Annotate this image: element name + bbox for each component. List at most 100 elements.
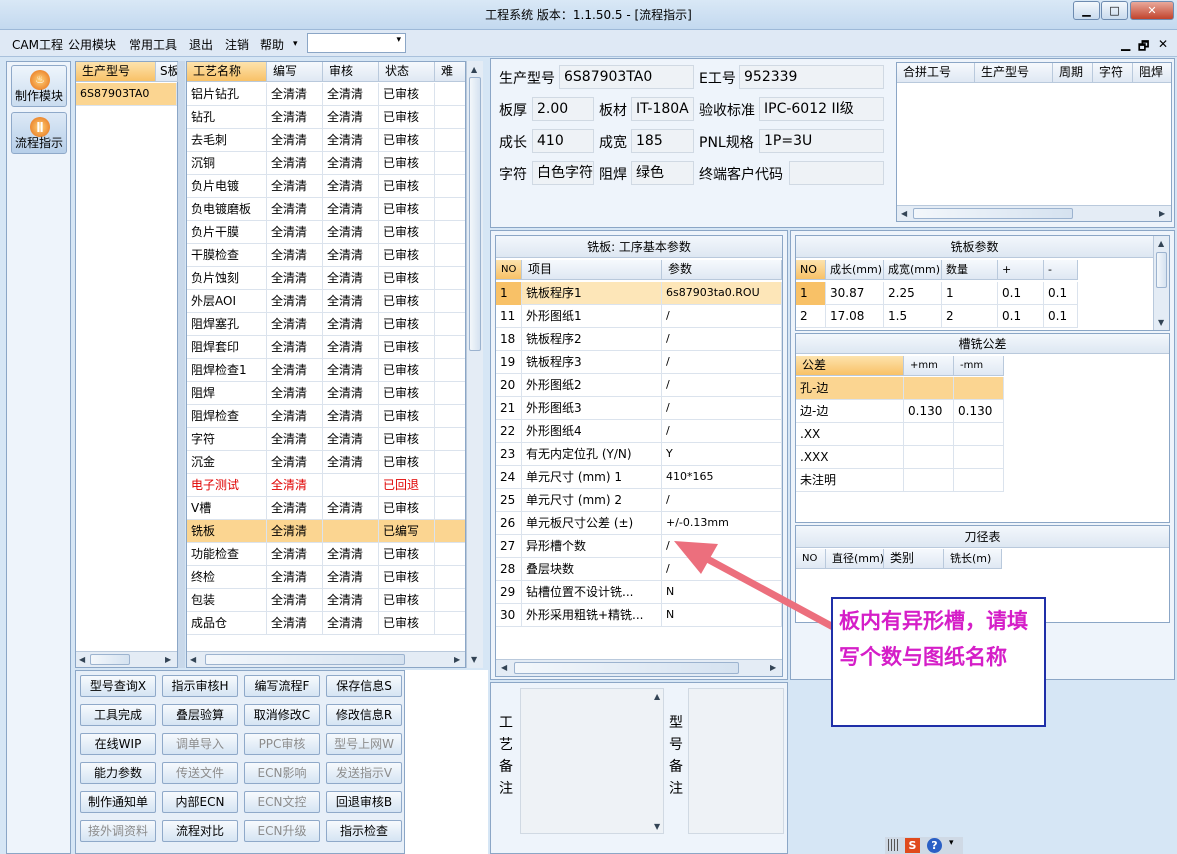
mill-header[interactable]: - bbox=[1044, 260, 1078, 280]
menu-logout[interactable]: 注销 bbox=[225, 36, 249, 53]
action-button[interactable]: 修改信息R bbox=[326, 704, 402, 726]
table-row[interactable]: 去毛刺 全清清 全清清 已审核 bbox=[187, 129, 465, 152]
params-cell-value[interactable]: Y bbox=[662, 443, 782, 466]
params-row[interactable]: 23 有无内定位孔 (Y/N) Y bbox=[496, 443, 782, 466]
scroll-up-icon[interactable]: ▲ bbox=[654, 692, 660, 701]
table-row[interactable]: 沉铜 全清清 全清清 已审核 bbox=[187, 152, 465, 175]
process-header[interactable]: 编写 bbox=[267, 62, 323, 82]
material-field[interactable]: IT-180A bbox=[631, 97, 694, 121]
mill-header[interactable]: 成长(mm) bbox=[826, 260, 884, 280]
params-cell-value[interactable]: / bbox=[662, 328, 782, 351]
action-button[interactable]: 在线WIP bbox=[80, 733, 156, 755]
tools-header[interactable]: 类别 bbox=[884, 549, 944, 569]
action-button[interactable]: 内部ECN bbox=[162, 791, 238, 813]
table-row[interactable]: 负电镀磨板 全清清 全清清 已审核 bbox=[187, 198, 465, 221]
customer-code-field[interactable] bbox=[789, 161, 884, 185]
action-button[interactable]: 接外调资料 bbox=[80, 820, 156, 842]
process-remark-field[interactable]: ▲ ▼ bbox=[520, 688, 664, 834]
table-row[interactable]: 电子测试 全清清 已回退 bbox=[187, 474, 465, 497]
pnl-field[interactable]: 1P=3U bbox=[759, 129, 884, 153]
horizontal-scrollbar[interactable]: ◀ ▶ bbox=[496, 659, 782, 676]
menu-cam[interactable]: CAM工程 bbox=[12, 36, 63, 53]
action-button[interactable]: 型号查询X bbox=[80, 675, 156, 697]
table-row[interactable]: 铣板 全清清 已编写 bbox=[187, 520, 465, 543]
scroll-right-icon[interactable]: ▶ bbox=[165, 655, 171, 664]
scroll-down-icon[interactable]: ▼ bbox=[1158, 318, 1164, 327]
model-list-row[interactable]: 6S87903TA0 bbox=[76, 83, 177, 106]
model-field[interactable]: 6S87903TA0 bbox=[559, 65, 694, 89]
toolbar-combo[interactable]: ▾ bbox=[307, 33, 406, 53]
scroll-left-icon[interactable]: ◀ bbox=[190, 655, 196, 664]
table-row[interactable]: 沉金 全清清 全清清 已审核 bbox=[187, 451, 465, 474]
mill-row[interactable]: 1 30.87 2.25 1 0.1 0.1 bbox=[796, 282, 1078, 305]
eng-field[interactable]: 952339 bbox=[739, 65, 884, 89]
process-header[interactable]: 工艺名称 bbox=[187, 62, 267, 82]
action-button[interactable]: 叠层验算 bbox=[162, 704, 238, 726]
action-button[interactable]: 工具完成 bbox=[80, 704, 156, 726]
length-field[interactable]: 410 bbox=[532, 129, 594, 153]
table-row[interactable]: 干膜检查 全清清 全清清 已审核 bbox=[187, 244, 465, 267]
action-button[interactable]: ECN升级 bbox=[244, 820, 320, 842]
table-row[interactable]: 阻焊检查1 全清清 全清清 已审核 bbox=[187, 359, 465, 382]
params-cell-value[interactable]: 410*165 bbox=[662, 466, 782, 489]
action-button[interactable]: 制作通知单 bbox=[80, 791, 156, 813]
tolerance-row[interactable]: .XX bbox=[796, 423, 1004, 446]
params-row[interactable]: 1 铣板程序1 6s87903ta0.ROU bbox=[496, 282, 782, 305]
scroll-thumb[interactable] bbox=[1156, 252, 1167, 288]
tolerance-header[interactable]: 公差 bbox=[796, 356, 904, 376]
vertical-scrollbar[interactable]: ▲ ▼ bbox=[466, 61, 483, 668]
menu-tools[interactable]: 常用工具 bbox=[129, 36, 177, 53]
maximize-button[interactable]: □ bbox=[1101, 1, 1128, 20]
table-row[interactable]: 负片蚀刻 全清清 全清清 已审核 bbox=[187, 267, 465, 290]
combine-header[interactable]: 合拼工号 bbox=[897, 63, 975, 83]
mill-header[interactable]: NO bbox=[796, 260, 826, 280]
scroll-thumb[interactable] bbox=[90, 654, 130, 665]
tolerance-cell[interactable] bbox=[904, 377, 954, 400]
table-row[interactable]: 铝片钻孔 全清清 全清清 已审核 bbox=[187, 83, 465, 106]
combine-header[interactable]: 字符 bbox=[1093, 63, 1133, 83]
action-button[interactable]: 回退审核B bbox=[326, 791, 402, 813]
action-button[interactable]: 指示检查 bbox=[326, 820, 402, 842]
mdi-close-button[interactable]: ✕ bbox=[1158, 37, 1168, 51]
tolerance-header[interactable]: -mm bbox=[954, 356, 1004, 376]
horizontal-scrollbar[interactable]: ◀ ▶ bbox=[187, 651, 465, 667]
table-row[interactable]: V槽 全清清 全清清 已审核 bbox=[187, 497, 465, 520]
process-header[interactable]: 审核 bbox=[323, 62, 379, 82]
action-button[interactable]: ECN影响 bbox=[244, 762, 320, 784]
tolerance-row[interactable]: 边-边 0.130 0.130 bbox=[796, 400, 1004, 423]
model-list-header-s[interactable]: S板 bbox=[156, 62, 178, 82]
table-row[interactable]: 成品仓 全清清 全清清 已审核 bbox=[187, 612, 465, 635]
mill-header[interactable]: 成宽(mm) bbox=[884, 260, 942, 280]
params-row[interactable]: 25 单元尺寸 (mm) 2/ bbox=[496, 489, 782, 512]
action-button[interactable]: ECN文控 bbox=[244, 791, 320, 813]
chevron-down-icon[interactable]: ▾ bbox=[949, 838, 954, 848]
action-button[interactable]: 取消修改C bbox=[244, 704, 320, 726]
tolerance-cell[interactable]: 0.130 bbox=[954, 400, 1004, 423]
menu-common-module[interactable]: 公用模块 bbox=[68, 36, 116, 53]
scroll-right-icon[interactable]: ▶ bbox=[1159, 209, 1165, 218]
params-cell-value[interactable]: 6s87903ta0.ROU bbox=[662, 282, 782, 305]
action-button[interactable]: PPC审核 bbox=[244, 733, 320, 755]
action-button[interactable]: 传送文件 bbox=[162, 762, 238, 784]
model-list-header[interactable]: 生产型号 bbox=[76, 62, 156, 82]
ime-s-icon[interactable]: S bbox=[905, 838, 920, 853]
close-button[interactable]: ✕ bbox=[1130, 1, 1174, 20]
params-row[interactable]: 11 外形图纸1/ bbox=[496, 305, 782, 328]
tolerance-cell[interactable] bbox=[904, 423, 954, 446]
action-button[interactable]: 型号上网W bbox=[326, 733, 402, 755]
scroll-thumb[interactable] bbox=[913, 208, 1073, 219]
table-row[interactable]: 功能检查 全清清 全清清 已审核 bbox=[187, 543, 465, 566]
combine-header[interactable]: 生产型号 bbox=[975, 63, 1053, 83]
menu-overflow-icon[interactable]: ▾ bbox=[293, 39, 298, 49]
menu-exit[interactable]: 退出 bbox=[189, 36, 213, 53]
help-icon[interactable]: ? bbox=[927, 838, 942, 853]
scroll-down-icon[interactable]: ▼ bbox=[471, 655, 477, 664]
action-button[interactable]: 能力参数 bbox=[80, 762, 156, 784]
tolerance-row[interactable]: .XXX bbox=[796, 446, 1004, 469]
action-button[interactable]: 编写流程F bbox=[244, 675, 320, 697]
params-header-no[interactable]: NO bbox=[496, 260, 522, 280]
table-row[interactable]: 阻焊 全清清 全清清 已审核 bbox=[187, 382, 465, 405]
mill-header[interactable]: 数量 bbox=[942, 260, 998, 280]
tolerance-cell[interactable] bbox=[954, 423, 1004, 446]
tolerance-cell[interactable] bbox=[904, 469, 954, 492]
